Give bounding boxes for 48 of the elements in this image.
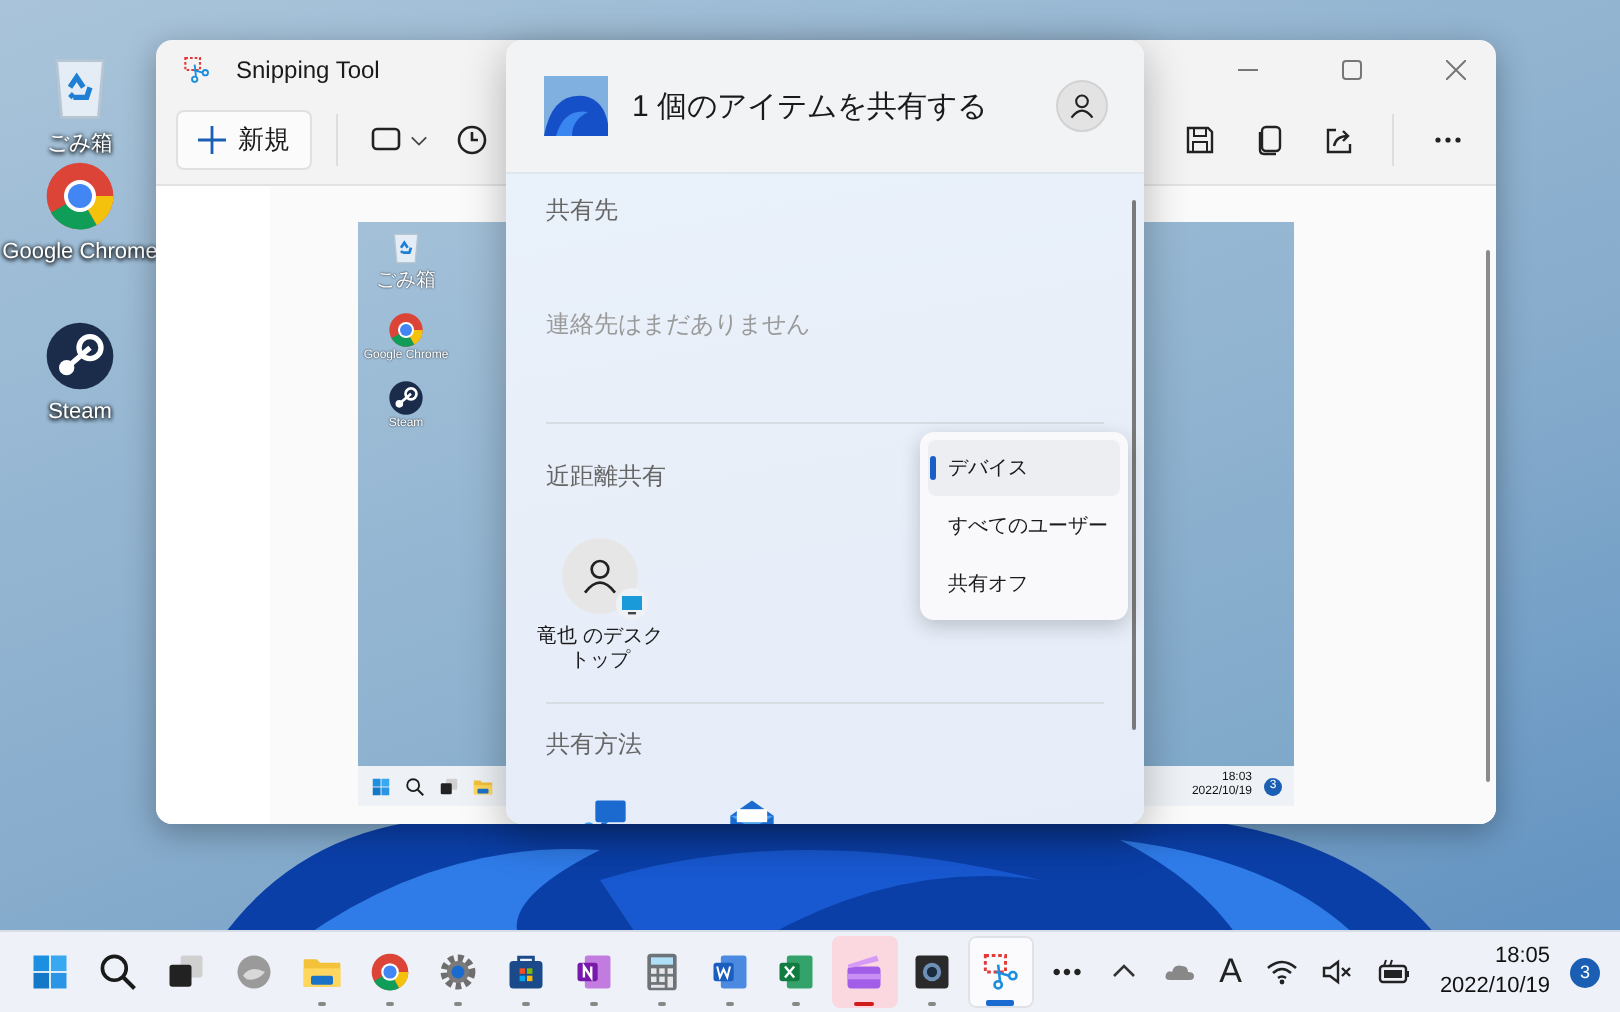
desktop-icon-label: ごみ箱 <box>47 130 113 158</box>
section-heading: 近距離共有 <box>546 460 666 494</box>
desktop-icon-label: ごみ箱 <box>376 268 436 294</box>
window-title: Snipping Tool <box>236 56 382 84</box>
settings-icon <box>435 950 480 994</box>
menu-item[interactable]: デバイス <box>928 440 1120 496</box>
clock-icon <box>456 124 488 156</box>
search-icon <box>404 775 426 797</box>
image-thumbnail-icon <box>544 76 608 136</box>
start-icon <box>370 775 392 797</box>
section-heading: 共有先 <box>546 194 618 228</box>
nearby-device[interactable]: 竜也 のデスクトップ <box>534 538 666 674</box>
rectangle-icon <box>370 124 402 156</box>
maximize-icon <box>1342 60 1362 80</box>
onenote-icon <box>571 950 616 994</box>
menu-item[interactable]: すべてのユーザー <box>928 498 1120 554</box>
scissors-snip-icon <box>180 54 212 86</box>
word-icon <box>707 950 752 994</box>
share-title: 1 個のアイテムを共有する <box>632 87 990 125</box>
desktop-icon-label: Google Chrome <box>2 240 158 264</box>
steam-icon <box>386 378 426 418</box>
explorer-icon <box>472 775 494 797</box>
empty-contacts-text: 連絡先はまだありません <box>546 308 810 342</box>
chrome-icon <box>385 310 426 350</box>
new-snip-button[interactable]: 新規 <box>176 110 312 170</box>
menu-item[interactable]: 共有オフ <box>928 556 1120 612</box>
snipping-icon <box>978 950 1023 994</box>
device-name: 竜也 のデスクトップ <box>535 626 665 674</box>
monitor-icon <box>616 588 648 620</box>
desktop-icon-label: Steam <box>48 400 112 424</box>
caret-icon <box>410 131 428 149</box>
section-heading: 共有方法 <box>546 728 642 762</box>
clock[interactable]: 18:05 2022/10/19 <box>1427 942 1558 1002</box>
person-icon <box>580 556 620 596</box>
clipchamp-icon <box>842 950 887 994</box>
notification-badge[interactable]: 3 <box>1570 957 1600 987</box>
camera-icon <box>910 950 955 994</box>
person-icon <box>1068 92 1096 120</box>
account-button[interactable] <box>1056 80 1108 132</box>
chrome-icon <box>367 950 412 994</box>
close-icon <box>1446 60 1466 80</box>
plus-icon <box>198 126 226 154</box>
excel-icon <box>774 950 819 994</box>
search-icon <box>96 950 141 994</box>
input-method-indicator[interactable]: A <box>1213 952 1248 992</box>
start-icon <box>28 950 73 994</box>
task-view-icon <box>438 775 460 797</box>
more-apps-button[interactable]: ••• <box>1035 936 1101 1008</box>
